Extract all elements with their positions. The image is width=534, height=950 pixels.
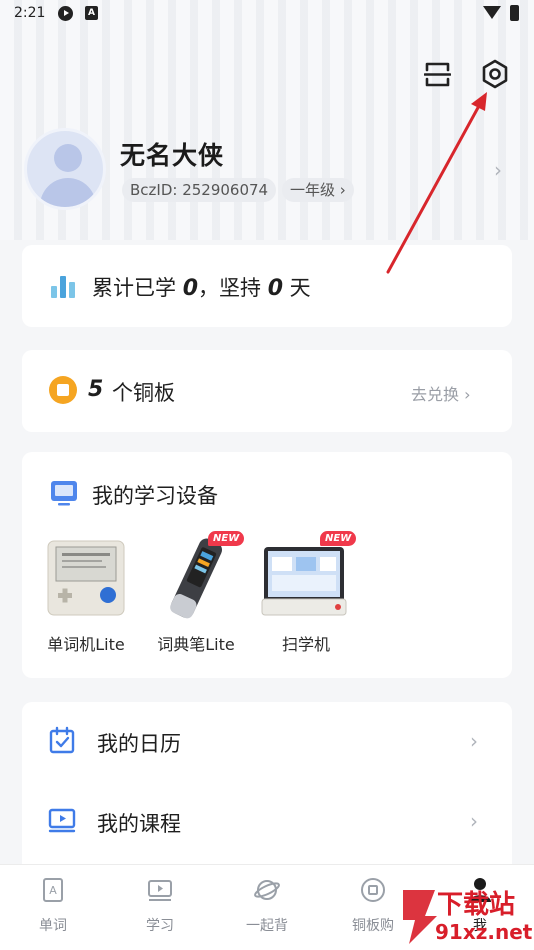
tab-words[interactable]: A 单词 — [13, 877, 93, 935]
svg-text:A: A — [49, 884, 57, 897]
status-bar: 2:21 A — [0, 0, 534, 28]
a-icon: A — [85, 6, 98, 20]
learning-stats-text: 累计已学 0，坚持 0 天 — [92, 272, 311, 302]
coin-icon — [49, 376, 77, 404]
device-label: 扫学机 — [281, 635, 330, 654]
bar-chart-icon — [51, 276, 75, 298]
planet-icon — [254, 880, 280, 900]
wifi-icon — [483, 6, 501, 19]
stats-middle: ，坚持 — [198, 276, 268, 300]
stats-suffix: 天 — [283, 276, 311, 300]
settings-icon[interactable] — [479, 58, 511, 90]
tab-together[interactable]: 一起背 — [227, 877, 307, 935]
streak-days: 0 — [267, 276, 283, 301]
coins-label: 个铜板 — [112, 381, 175, 405]
menu-label: 我的日历 — [97, 732, 181, 756]
menu-card: 我的日历 › 我的课程 › — [22, 702, 512, 882]
tab-label: 学习 — [146, 918, 174, 934]
device-scanner[interactable]: NEW 扫学机 — [256, 531, 357, 655]
learned-count: 0 — [182, 276, 198, 301]
scan-icon[interactable] — [424, 61, 451, 88]
status-time: 2:21 — [14, 5, 46, 21]
menu-item-courses[interactable]: 我的课程 › — [22, 782, 512, 862]
scanner-image: NEW — [256, 531, 357, 619]
chevron-right-icon: › — [470, 729, 478, 753]
coins-card[interactable]: 5 个铜板 去兑换 › — [22, 350, 512, 432]
course-icon — [48, 808, 76, 833]
play-screen-icon — [148, 880, 172, 901]
battery-icon — [510, 5, 519, 21]
bczid-badge: BczID: 252906074 — [122, 178, 277, 202]
new-badge: NEW — [320, 531, 357, 546]
menu-item-calendar[interactable]: 我的日历 › — [22, 702, 512, 782]
device-label: 词典笔Lite — [157, 635, 235, 654]
avatar[interactable] — [24, 128, 106, 210]
tab-label: 单词 — [39, 918, 67, 934]
device-dictionary-pen[interactable]: NEW 词典笔Lite — [146, 531, 246, 655]
device-label: 单词机Lite — [47, 635, 125, 654]
tab-label: 一起背 — [246, 918, 288, 934]
grade-badge[interactable]: 一年级 › — [282, 178, 354, 202]
learning-stats-card[interactable]: 累计已学 0，坚持 0 天 — [22, 245, 512, 327]
avatar-head — [54, 144, 82, 172]
menu-label: 我的课程 — [97, 812, 181, 836]
coin-icon — [361, 878, 385, 902]
book-icon: A — [43, 878, 63, 902]
word-machine-image — [36, 537, 136, 619]
watermark-url: 91xz.net — [435, 920, 533, 944]
chevron-right-icon: › — [494, 158, 502, 182]
tab-study[interactable]: 学习 — [120, 877, 200, 935]
calendar-icon — [49, 726, 75, 754]
devices-title: 我的学习设备 — [92, 484, 218, 508]
exchange-link[interactable]: 去兑换 › — [411, 381, 471, 405]
watermark: 下载站 91xz.net — [395, 880, 534, 950]
watermark-title: 下载站 — [437, 890, 516, 920]
new-badge: NEW — [208, 531, 245, 546]
avatar-body — [40, 178, 96, 207]
chevron-right-icon: › — [470, 809, 478, 833]
play-icon — [58, 6, 73, 21]
dictionary-pen-image: NEW — [146, 531, 246, 619]
profile-header[interactable]: 无名大侠 BczID: 252906074 一年级 › › — [24, 128, 514, 210]
coins-count: 5 — [88, 377, 104, 402]
monitor-icon — [51, 481, 77, 506]
stats-prefix: 累计已学 — [92, 276, 183, 300]
nickname: 无名大侠 — [120, 141, 225, 170]
device-word-machine[interactable]: 单词机Lite — [36, 537, 136, 655]
learning-devices-card: 我的学习设备 单词机Lite NEW 词典笔Lite NEW 扫学机 — [22, 452, 512, 678]
